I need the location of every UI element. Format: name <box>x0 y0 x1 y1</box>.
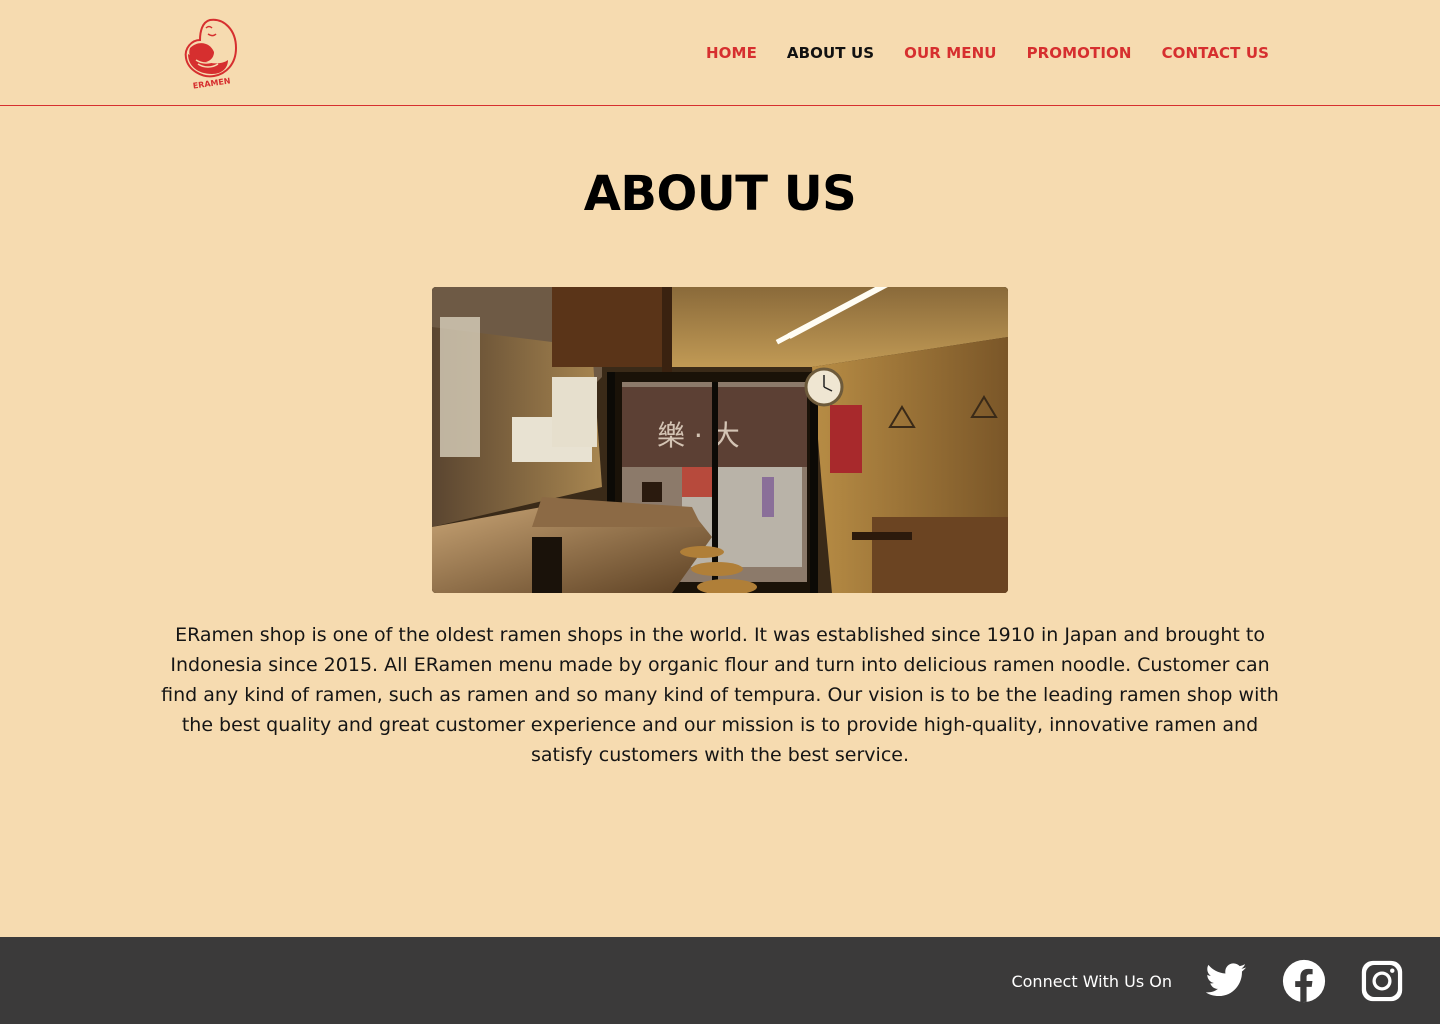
svg-text:樂 · 大: 樂 · 大 <box>657 419 740 452</box>
page-title: ABOUT US <box>583 166 857 222</box>
site-header: ERAMEN HOME ABOUT US OUR MENU PROMOTION … <box>0 0 1440 106</box>
nav-promotion[interactable]: PROMOTION <box>1027 44 1132 62</box>
eramen-logo[interactable]: ERAMEN <box>180 14 244 91</box>
site-footer: Connect With Us On <box>0 937 1440 1024</box>
main-nav: HOME ABOUT US OUR MENU PROMOTION CONTACT… <box>706 44 1269 62</box>
ramen-shop-interior-image: 樂 · 大 <box>432 287 1008 593</box>
nav-about-us[interactable]: ABOUT US <box>787 44 874 62</box>
twitter-icon[interactable] <box>1204 959 1248 1003</box>
facebook-icon[interactable] <box>1282 959 1326 1003</box>
connect-label: Connect With Us On <box>1011 972 1172 991</box>
nav-contact-us[interactable]: CONTACT US <box>1162 44 1269 62</box>
about-description: ERamen shop is one of the oldest ramen s… <box>161 624 1279 766</box>
nav-our-menu[interactable]: OUR MENU <box>904 44 996 62</box>
nav-home[interactable]: HOME <box>706 44 757 62</box>
instagram-icon[interactable] <box>1360 959 1404 1003</box>
logo-wordmark: ERAMEN <box>192 76 231 90</box>
